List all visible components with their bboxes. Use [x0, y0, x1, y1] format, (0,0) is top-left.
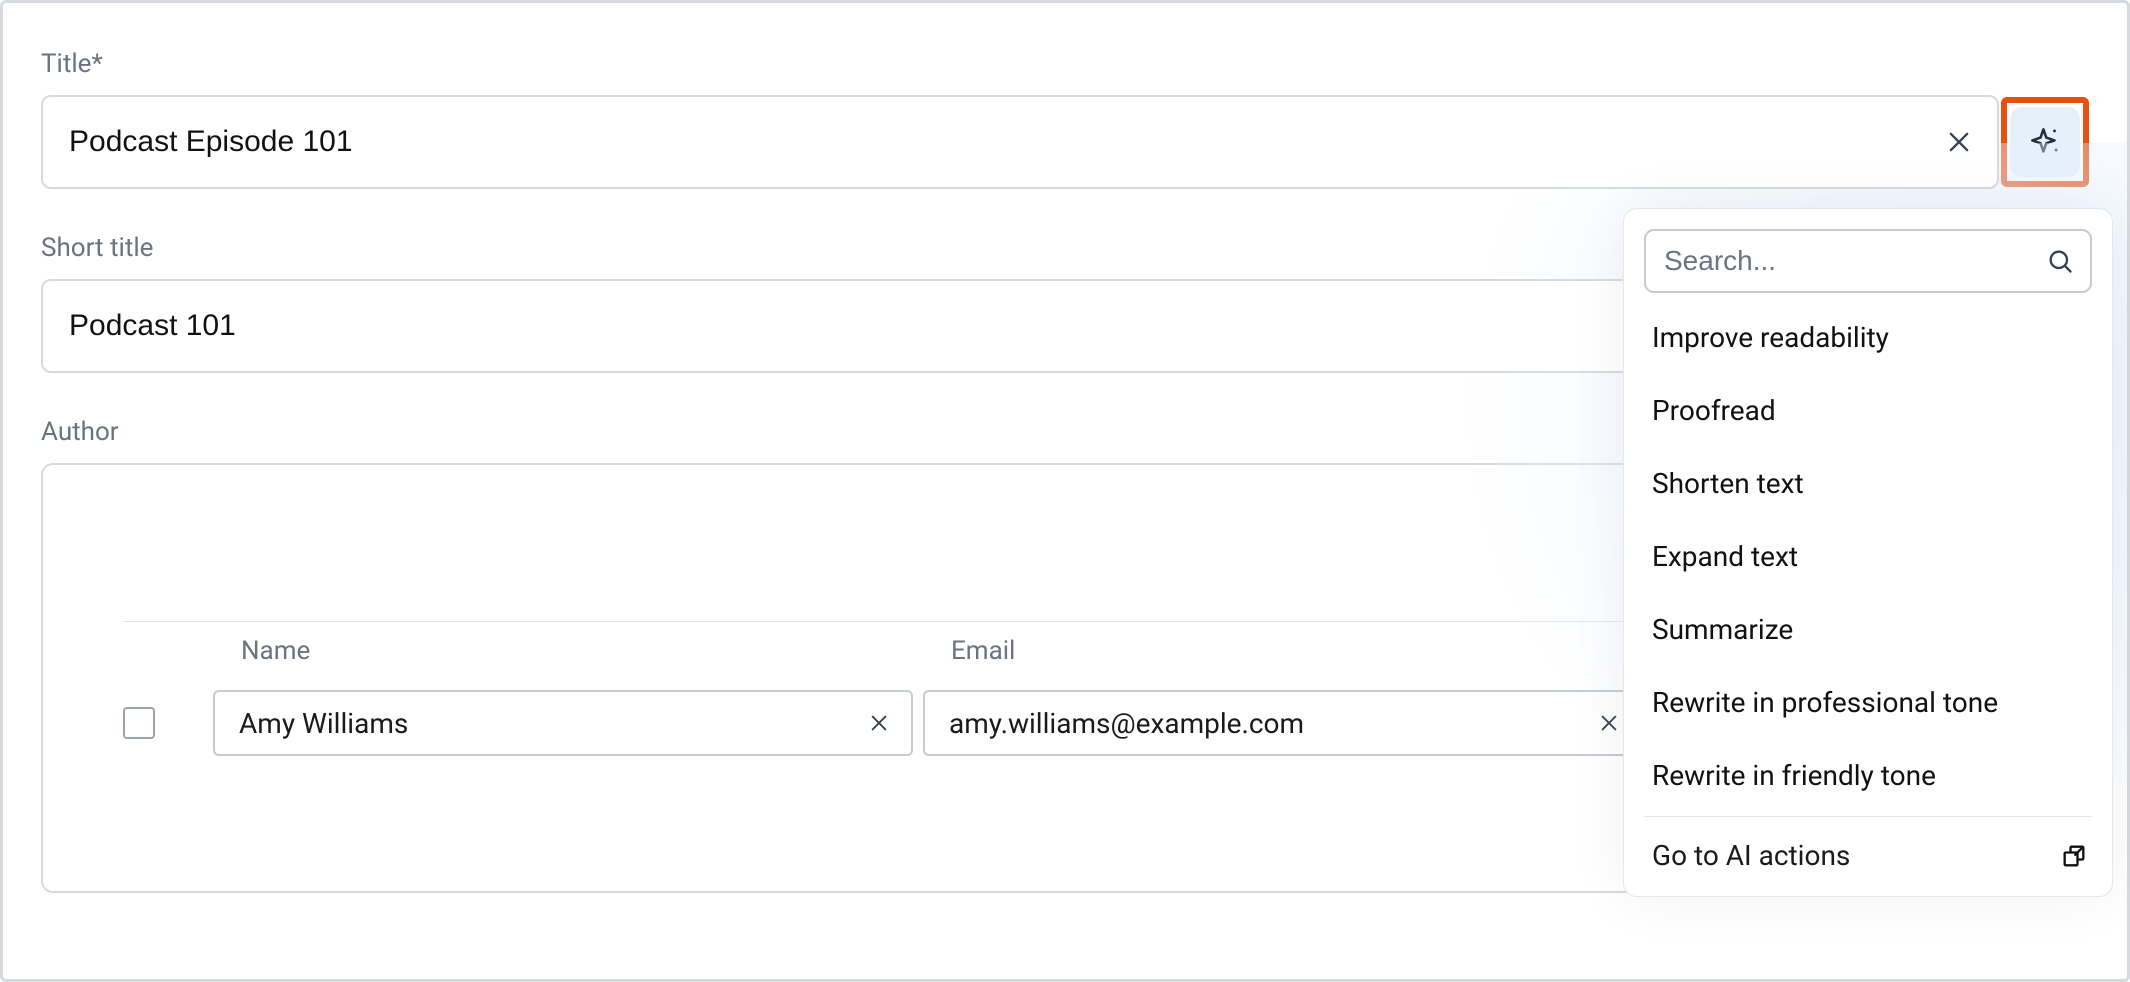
ai-action-improve-readability[interactable]: Improve readability — [1624, 301, 2112, 374]
popover-separator — [1644, 816, 2092, 817]
ai-actions-footer-label: Go to AI actions — [1652, 839, 1850, 872]
ai-action-shorten-text[interactable]: Shorten text — [1624, 447, 2112, 520]
ai-action-rewrite-friendly[interactable]: Rewrite in friendly tone — [1624, 739, 2112, 812]
ai-button-highlight — [2001, 97, 2089, 187]
column-email-header: Email — [923, 636, 1643, 666]
close-icon — [1945, 128, 1973, 156]
ai-actions-button[interactable] — [2010, 107, 2080, 177]
author-name-input[interactable]: Amy Williams — [213, 690, 913, 756]
title-input-wrap — [41, 95, 1999, 189]
form-page: Title* Short title — [0, 0, 2130, 982]
title-clear-button[interactable] — [1929, 112, 1989, 172]
ai-action-proofread[interactable]: Proofread — [1624, 374, 2112, 447]
ai-action-summarize[interactable]: Summarize — [1624, 593, 2112, 666]
title-input[interactable] — [43, 124, 1929, 160]
title-label: Title* — [41, 49, 2089, 79]
close-icon — [868, 712, 890, 734]
author-email-value: amy.williams@example.com — [949, 707, 1587, 740]
close-icon — [1598, 712, 1620, 734]
ai-action-expand-text[interactable]: Expand text — [1624, 520, 2112, 593]
author-name-clear-button[interactable] — [857, 701, 901, 745]
author-row-checkbox[interactable] — [123, 707, 155, 739]
author-name-value: Amy Williams — [239, 707, 857, 740]
title-field: Title* — [41, 49, 2089, 189]
ai-actions-popover: Improve readability Proofread Shorten te… — [1623, 208, 2113, 897]
column-name-header: Name — [213, 636, 913, 666]
ai-actions-go-to-link[interactable]: Go to AI actions — [1624, 821, 2112, 890]
ai-actions-search-input[interactable] — [1662, 244, 2046, 278]
open-external-icon — [2060, 842, 2088, 870]
search-icon — [2046, 247, 2074, 275]
author-email-input[interactable]: amy.williams@example.com — [923, 690, 1643, 756]
sparkle-icon — [2026, 123, 2064, 161]
ai-action-rewrite-professional[interactable]: Rewrite in professional tone — [1624, 666, 2112, 739]
ai-actions-search[interactable] — [1644, 229, 2092, 293]
